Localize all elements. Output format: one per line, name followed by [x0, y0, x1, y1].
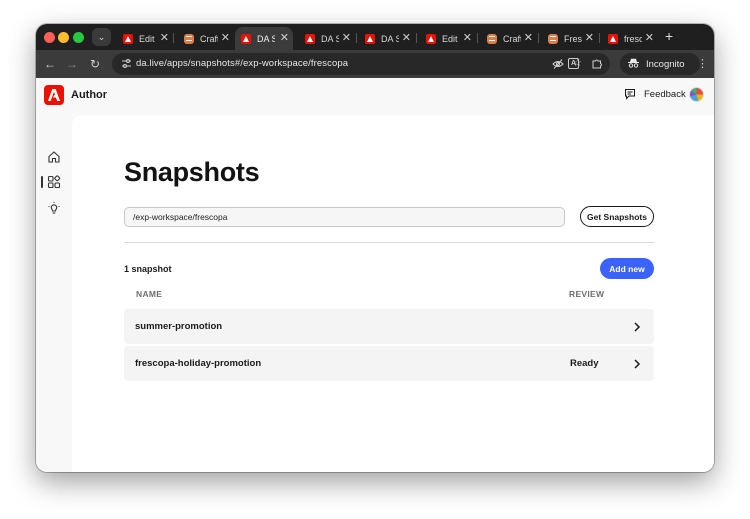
- browser-tab-active[interactable]: DA Snapshots ✕: [235, 27, 293, 50]
- browser-menu-icon[interactable]: ⋮: [697, 57, 708, 71]
- chevron-right-icon[interactable]: [632, 320, 642, 332]
- snapshots-panel: Snapshots Get Snapshots 1 snapshot Add n…: [72, 115, 714, 472]
- tab-close-icon[interactable]: ✕: [221, 32, 230, 44]
- tab-close-icon[interactable]: ✕: [645, 32, 654, 44]
- extensions-puzzle-icon[interactable]: [591, 57, 603, 74]
- browser-tab[interactable]: Fresc ✕: [542, 27, 598, 50]
- craft-favicon-icon: [487, 33, 497, 44]
- column-header-review: REVIEW: [569, 289, 605, 299]
- browser-tab[interactable]: Craft ✕: [178, 27, 234, 50]
- adobe-favicon-icon: [608, 33, 618, 44]
- tab-close-icon[interactable]: ✕: [463, 32, 472, 44]
- browser-tab[interactable]: Craft ✕: [481, 27, 537, 50]
- eye-off-icon[interactable]: [552, 58, 564, 74]
- reload-icon[interactable]: ↻: [87, 56, 103, 72]
- app-area: Author Feedback Snapshots Get Snapshots …: [36, 78, 714, 472]
- app-brand-name: Author: [71, 89, 108, 101]
- home-icon[interactable]: [47, 150, 61, 164]
- browser-toolbar: ← → ↻ da.live/apps/snapshots#/exp-worksp…: [36, 50, 714, 78]
- tab-close-icon[interactable]: ✕: [402, 32, 411, 44]
- incognito-badge[interactable]: Incognito: [620, 53, 700, 75]
- page-title: Snapshots: [124, 157, 260, 187]
- browser-tab[interactable]: fresc ✕: [602, 27, 658, 50]
- tab-close-icon[interactable]: ✕: [585, 32, 594, 44]
- tab-strip: ⌄ Edit ✕ Craft ✕ DA Snapshots ✕ DA S ✕ D…: [36, 24, 714, 50]
- adobe-favicon-icon: [241, 33, 251, 44]
- adobe-favicon-icon: [123, 33, 133, 44]
- forward-arrow-icon[interactable]: →: [64, 56, 80, 72]
- back-arrow-icon[interactable]: ←: [42, 56, 58, 72]
- add-new-button[interactable]: Add new: [600, 258, 654, 279]
- browser-tab[interactable]: DA S ✕: [359, 27, 415, 50]
- user-avatar[interactable]: [689, 87, 704, 102]
- snapshot-review-status: Ready: [570, 358, 599, 369]
- get-snapshots-button[interactable]: Get Snapshots: [580, 206, 654, 227]
- craft-favicon-icon: [548, 33, 558, 44]
- minimize-window-button[interactable]: [58, 32, 69, 43]
- adobe-favicon-icon: [426, 33, 436, 44]
- adobe-logo-icon[interactable]: [44, 85, 64, 105]
- feedback-button[interactable]: Feedback: [624, 88, 686, 100]
- snapshot-count: 1 snapshot: [124, 264, 172, 274]
- adobe-favicon-icon: [305, 33, 315, 44]
- sidenav-active-indicator: [41, 176, 43, 188]
- snapshot-name: frescopa-holiday-promotion: [135, 358, 262, 369]
- adobe-favicon-icon: [365, 33, 375, 44]
- browser-tab[interactable]: DA S ✕: [299, 27, 355, 50]
- tab-close-icon[interactable]: ✕: [160, 32, 169, 44]
- snapshot-name: summer-promotion: [135, 321, 223, 332]
- maximize-window-button[interactable]: [73, 32, 84, 43]
- incognito-icon: [628, 58, 639, 71]
- address-bar[interactable]: da.live/apps/snapshots#/exp-workspace/fr…: [112, 53, 610, 75]
- close-window-button[interactable]: [44, 32, 55, 43]
- browser-tab[interactable]: Edit ✕: [420, 27, 476, 50]
- site-settings-icon[interactable]: [120, 58, 132, 70]
- chevron-right-icon[interactable]: [632, 357, 642, 369]
- feedback-chat-icon: [625, 89, 635, 100]
- tab-close-icon[interactable]: ✕: [280, 32, 289, 44]
- apps-icon[interactable]: [47, 175, 61, 189]
- snapshot-row[interactable]: frescopa-holiday-promotion Ready: [124, 346, 654, 381]
- snapshot-row[interactable]: summer-promotion: [124, 309, 654, 344]
- new-tab-button[interactable]: +: [665, 29, 673, 43]
- browser-tab[interactable]: Edit ✕: [117, 27, 173, 50]
- browser-window: ⌄ Edit ✕ Craft ✕ DA Snapshots ✕ DA S ✕ D…: [36, 24, 714, 472]
- column-header-name: NAME: [136, 289, 163, 299]
- extension-a-icon[interactable]: A: [568, 58, 579, 69]
- tab-search-chevron-icon[interactable]: ⌄: [92, 28, 111, 46]
- lightbulb-icon[interactable]: [47, 201, 61, 215]
- url-text: da.live/apps/snapshots#/exp-workspace/fr…: [136, 58, 349, 69]
- section-divider: [124, 242, 654, 243]
- path-input[interactable]: [124, 207, 565, 227]
- craft-favicon-icon: [184, 33, 194, 44]
- tab-close-icon[interactable]: ✕: [524, 32, 533, 44]
- tab-close-icon[interactable]: ✕: [342, 32, 351, 44]
